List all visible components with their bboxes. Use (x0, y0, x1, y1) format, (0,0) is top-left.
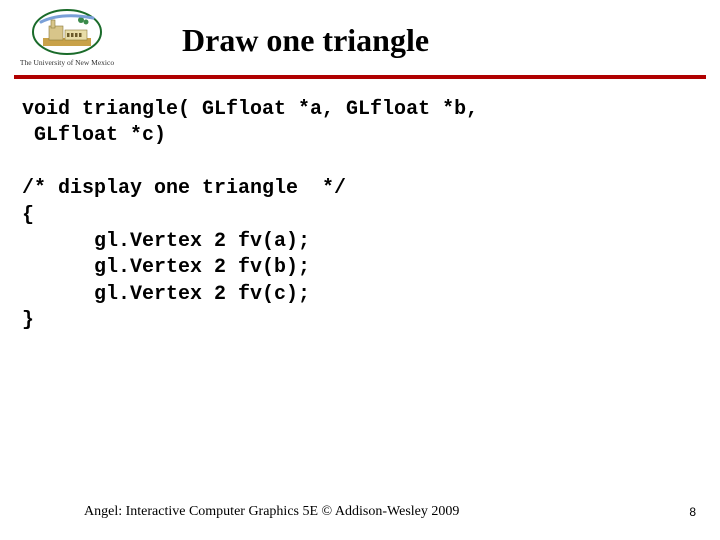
code-line: } (22, 309, 34, 332)
slide-footer: Angel: Interactive Computer Graphics 5E … (0, 504, 720, 520)
code-line: gl.Vertex 2 fv(b); (22, 256, 310, 279)
university-logo-icon (31, 8, 103, 56)
slide-header: The University of New Mexico Draw one tr… (0, 0, 720, 67)
code-block: void triangle( GLfloat *a, GLfloat *b, G… (0, 79, 720, 335)
slide-title: Draw one triangle (182, 22, 429, 59)
code-line: { (22, 204, 34, 227)
footer-credit: Angel: Interactive Computer Graphics 5E … (84, 504, 459, 520)
logo-block: The University of New Mexico (12, 8, 122, 67)
code-line: GLfloat *c) (22, 124, 166, 147)
page-number: 8 (689, 505, 696, 519)
code-line: void triangle( GLfloat *a, GLfloat *b, (22, 98, 478, 121)
code-line: gl.Vertex 2 fv(c); (22, 283, 310, 306)
logo-caption: The University of New Mexico (20, 58, 114, 67)
code-line: gl.Vertex 2 fv(a); (22, 230, 310, 253)
code-line: /* display one triangle */ (22, 177, 346, 200)
